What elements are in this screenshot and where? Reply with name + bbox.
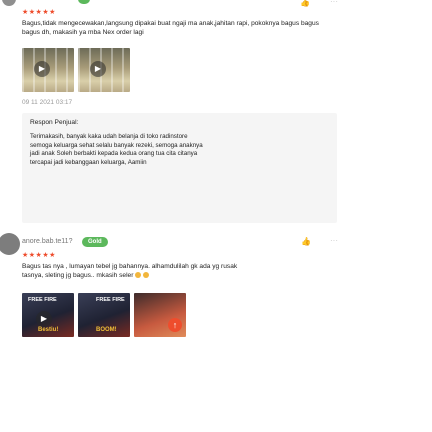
review-date: 09 11 2021 03:17 bbox=[22, 99, 73, 106]
seller-response-box: Respon Penjual: Terimakasih, banyak kaka… bbox=[22, 113, 337, 223]
seller-response-text: Terimakasih, banyak kaka udah belanja di… bbox=[30, 133, 203, 166]
thumbnail-tag: Bestiu! bbox=[38, 327, 59, 333]
more-options-icon[interactable]: ··· bbox=[330, 236, 338, 245]
seller-response-title: Respon Penjual: bbox=[30, 119, 79, 126]
play-icon: ▶ bbox=[34, 61, 50, 77]
review-video-thumbnail[interactable]: FREE FIRE ▶ Bestiu! bbox=[22, 293, 74, 337]
review-text: Bagus,tidak mengecewakan,langsung dipaka… bbox=[22, 20, 319, 36]
thumbnail-game-label: FREE FIRE bbox=[96, 297, 125, 303]
review-text-body: Bagus tas nya , lumayan tebel jg bahanny… bbox=[22, 263, 238, 279]
thumbnail-tag: BOOM! bbox=[96, 327, 117, 333]
gold-badge bbox=[78, 0, 90, 4]
reviewer-username: anore.bab.te11? bbox=[22, 238, 73, 245]
reviewer-avatar[interactable] bbox=[2, 0, 16, 6]
like-icon[interactable]: 👍 bbox=[300, 0, 310, 7]
review-video-thumbnail[interactable]: ▶ bbox=[22, 48, 74, 92]
arrow-up-icon[interactable]: ↑ bbox=[168, 318, 182, 332]
play-icon: ▶ bbox=[36, 311, 52, 327]
clap-emoji-icon bbox=[143, 272, 150, 279]
review-card: anore.bab.te11? Gold 👍 ··· ★★★★★ Bagus t… bbox=[0, 228, 432, 432]
review-image-thumbnail[interactable]: FREE FIRE BOOM! bbox=[78, 293, 130, 337]
review-card: 👍 ··· ★★★★★ Bagus,tidak mengecewakan,lan… bbox=[0, 0, 432, 225]
star-rating: ★★★★★ bbox=[22, 9, 56, 16]
reviewer-avatar[interactable] bbox=[0, 233, 20, 255]
like-icon[interactable]: 👍 bbox=[301, 237, 311, 246]
thumbnail-game-label: FREE FIRE bbox=[28, 297, 57, 303]
reviews-page: 👍 ··· ★★★★★ Bagus,tidak mengecewakan,lan… bbox=[0, 0, 432, 432]
review-video-thumbnail[interactable]: ▶ bbox=[78, 48, 130, 92]
smile-emoji-icon bbox=[135, 272, 142, 279]
star-rating: ★★★★★ bbox=[22, 252, 56, 259]
gold-badge: Gold bbox=[82, 237, 108, 247]
review-image-thumbnail[interactable]: ↑ bbox=[134, 293, 186, 337]
more-options-icon[interactable]: ··· bbox=[330, 0, 338, 6]
play-icon: ▶ bbox=[90, 61, 106, 77]
review-text: Bagus tas nya , lumayan tebel jg bahanny… bbox=[22, 262, 252, 280]
